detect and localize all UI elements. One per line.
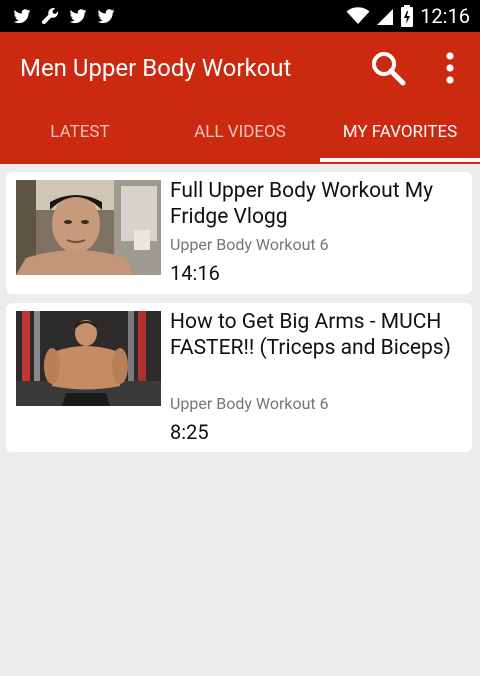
search-button[interactable] xyxy=(368,48,408,88)
more-vert-icon xyxy=(446,52,454,84)
wifi-icon xyxy=(346,7,370,24)
system-icons: 12:16 xyxy=(346,4,470,28)
video-card[interactable]: How to Get Big Arms - MUCH FASTER!! (Tri… xyxy=(6,303,472,452)
tab-all-videos[interactable]: ALL VIDEOS xyxy=(160,104,320,164)
signal-icon xyxy=(377,9,394,25)
video-card[interactable]: Full Upper Body Workout My Fridge Vlogg … xyxy=(6,172,472,294)
video-duration: 14:16 xyxy=(170,261,220,285)
notification-icons xyxy=(12,6,116,26)
video-title[interactable]: How to Get Big Arms - MUCH FASTER!! (Tri… xyxy=(170,309,466,361)
twitter-icon xyxy=(69,9,87,24)
tab-bar: LATEST ALL VIDEOS MY FAVORITES xyxy=(0,104,480,164)
battery-icon xyxy=(401,5,414,27)
tab-my-favorites[interactable]: MY FAVORITES xyxy=(320,104,480,164)
search-icon xyxy=(372,52,406,86)
app-title: Men Upper Body Workout xyxy=(20,54,292,82)
video-channel: Upper Body Workout 6 xyxy=(170,394,329,413)
app-bar: Men Upper Body Workout xyxy=(0,32,480,104)
status-time: 12:16 xyxy=(420,4,470,28)
status-bar: 12:16 xyxy=(0,0,480,32)
tab-latest[interactable]: LATEST xyxy=(0,104,160,164)
twitter-icon xyxy=(97,9,115,24)
video-thumbnail[interactable] xyxy=(16,311,161,406)
video-title[interactable]: Full Upper Body Workout My Fridge Vlogg xyxy=(170,178,466,230)
more-options-button[interactable] xyxy=(432,48,468,88)
video-thumbnail[interactable] xyxy=(16,180,161,275)
video-channel: Upper Body Workout 6 xyxy=(170,235,329,254)
twitter-icon xyxy=(13,9,31,24)
wrench-icon xyxy=(41,8,59,25)
video-duration: 8:25 xyxy=(170,420,209,444)
tab-indicator xyxy=(320,158,480,162)
